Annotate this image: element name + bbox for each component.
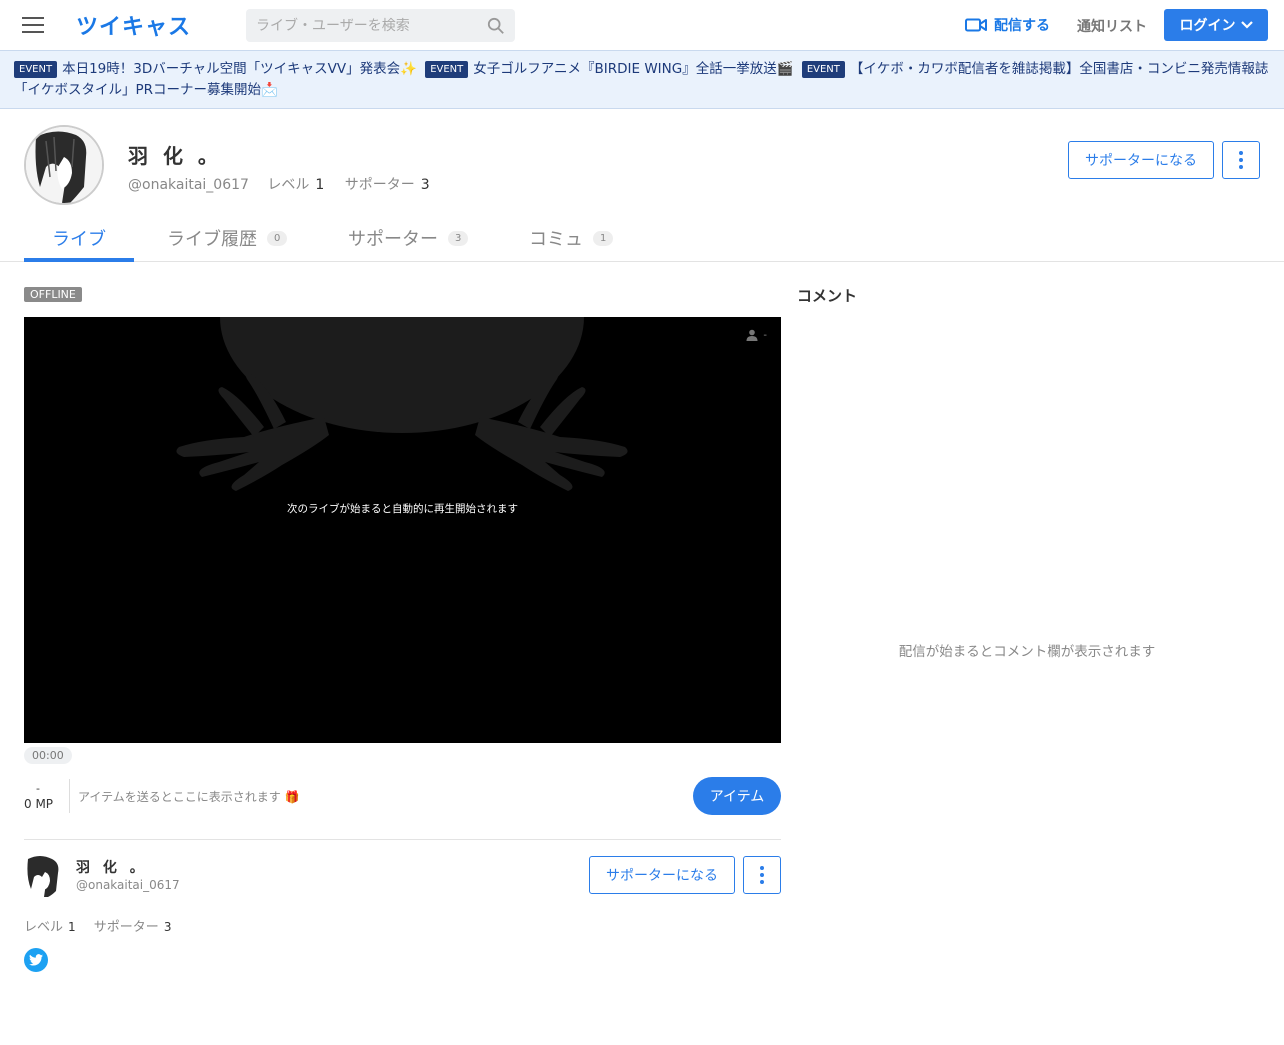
- mp-counter: - 0 MP: [24, 782, 58, 811]
- supporter-label: サポーター: [93, 920, 159, 935]
- comment-empty-message: 配信が始まるとコメント欄が表示されます: [898, 644, 1156, 660]
- event-link-1[interactable]: 本日19時！3Dバーチャル空間「ツイキャスVV」発表会✨: [62, 61, 417, 77]
- profile-handle: @onakaitai_0617: [76, 878, 180, 892]
- offline-status-badge: OFFLINE: [24, 287, 82, 302]
- tab-live[interactable]: ライブ: [52, 225, 106, 251]
- search-input[interactable]: [256, 9, 486, 42]
- notification-list-link[interactable]: 通知リスト: [1077, 16, 1147, 36]
- become-supporter-button[interactable]: サポーターになる: [589, 856, 735, 894]
- avatar[interactable]: [24, 125, 104, 205]
- chevron-down-icon: [1240, 21, 1253, 29]
- mp-value: 0 MP: [24, 797, 54, 811]
- login-label: ログイン: [1179, 18, 1236, 34]
- event-badge: EVENT: [425, 61, 469, 78]
- event-badge: EVENT: [801, 61, 845, 78]
- search-icon[interactable]: [487, 17, 505, 35]
- mascot-silhouette-icon: [176, 317, 628, 491]
- more-vertical-icon: [1239, 151, 1243, 169]
- avatar[interactable]: [24, 855, 66, 897]
- supporter-label: サポーター: [344, 177, 415, 193]
- divider: [69, 779, 70, 813]
- more-options-button[interactable]: [1222, 141, 1260, 179]
- level-label: レベル: [24, 920, 64, 935]
- profile-meta: レベル 1 サポーター 3: [24, 916, 185, 935]
- viewer-count-value: -: [763, 329, 767, 341]
- video-player[interactable]: - 次のライブが始まると自動的に再生開始されます: [24, 317, 781, 743]
- tab-count-badge: 1: [593, 230, 614, 246]
- more-vertical-icon: [760, 866, 764, 884]
- supporter-count: 3: [163, 920, 172, 934]
- profile-handle: @onakaitai_0617: [128, 177, 249, 193]
- search-box: [246, 9, 515, 42]
- tab-label: サポーター: [348, 229, 438, 250]
- more-options-button[interactable]: [743, 856, 781, 894]
- site-logo[interactable]: ツイキャス: [76, 9, 191, 41]
- profile-name: 羽 化 。: [76, 860, 148, 876]
- video-camera-icon: [965, 18, 987, 32]
- twitter-bird-icon: [29, 954, 43, 966]
- event-banner: EVENT 本日19時！3Dバーチャル空間「ツイキャスVV」発表会✨ EVENT 女…: [0, 50, 1284, 109]
- twitter-link[interactable]: [24, 948, 48, 972]
- player-message: 次のライブが始まると自動的に再生開始されます: [287, 503, 518, 515]
- tab-label: ライブ: [52, 229, 106, 250]
- supporter-count: 3: [420, 177, 430, 193]
- login-button[interactable]: ログイン: [1164, 9, 1268, 41]
- elapsed-time: 00:00: [24, 747, 72, 764]
- tab-label: ライブ履歴: [167, 229, 257, 250]
- item-placeholder: アイテムを送るとここに表示されます 🎁: [78, 790, 300, 804]
- become-supporter-button[interactable]: サポーターになる: [1068, 141, 1214, 179]
- event-badge: EVENT: [14, 61, 58, 78]
- person-icon: [746, 329, 758, 341]
- item-button[interactable]: アイテム: [693, 777, 781, 815]
- profile-tabs: ライブ ライブ履歴 0 サポーター 3 コミュ 1: [0, 213, 1284, 262]
- event-link-2[interactable]: 女子ゴルフアニメ『BIRDIE WING』全話一挙放送🎬: [473, 61, 793, 77]
- level-value: 1: [315, 177, 325, 193]
- broadcast-label: 配信する: [994, 18, 1050, 34]
- profile-meta: @onakaitai_0617 レベル 1 サポーター 3: [128, 174, 446, 194]
- tab-count-badge: 3: [448, 230, 469, 246]
- divider: [24, 839, 781, 840]
- top-header: ツイキャス 配信する 通知リスト ログイン: [0, 0, 1284, 50]
- tab-label: コミュ: [529, 229, 583, 250]
- tab-community[interactable]: コミュ 1: [529, 225, 614, 251]
- tab-count-badge: 0: [267, 230, 288, 246]
- comment-section-title: コメント: [797, 287, 858, 305]
- level-value: 1: [68, 920, 76, 934]
- active-tab-indicator: [24, 258, 134, 262]
- menu-icon[interactable]: [22, 16, 44, 34]
- tab-live-history[interactable]: ライブ履歴 0: [167, 225, 288, 251]
- broadcast-link[interactable]: 配信する: [965, 15, 1050, 35]
- mp-dash: -: [36, 782, 40, 795]
- viewer-count: -: [746, 329, 767, 341]
- profile-name: 羽 化 。: [128, 144, 222, 168]
- level-label: レベル: [267, 177, 310, 193]
- tab-supporters[interactable]: サポーター 3: [348, 225, 469, 251]
